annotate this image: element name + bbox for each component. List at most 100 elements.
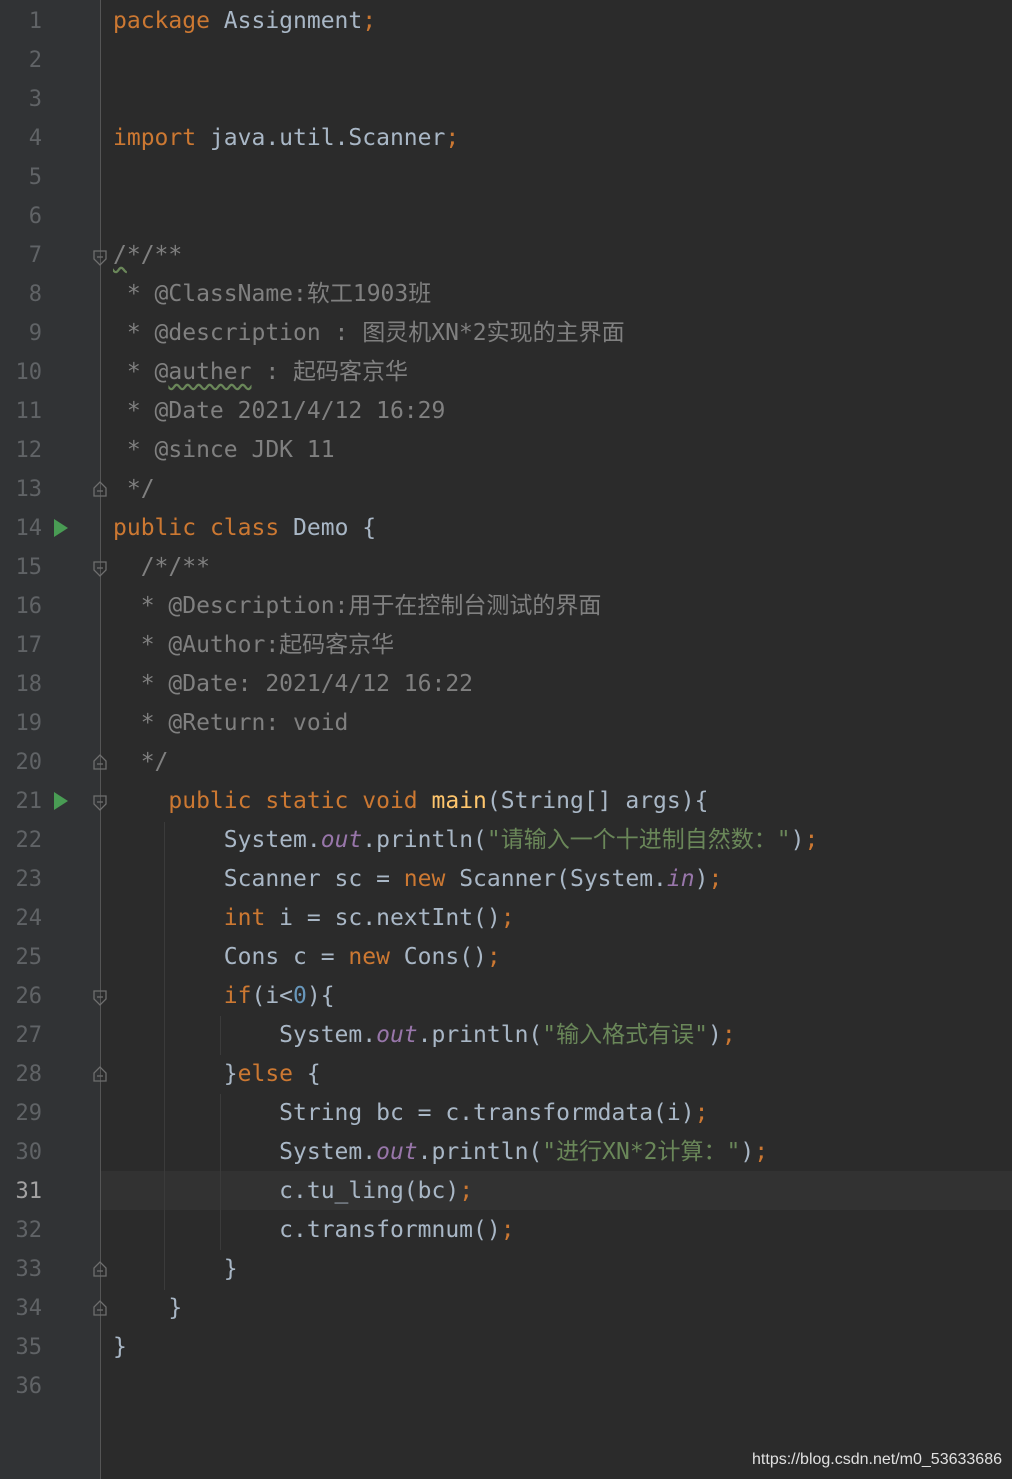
semicolon: ; bbox=[445, 125, 460, 151]
line-number: 32 bbox=[15, 1218, 43, 1243]
code-line-14[interactable]: public class Demo { bbox=[113, 509, 376, 548]
comment-text: : 起码客京华 bbox=[251, 359, 409, 385]
code-line-10[interactable]: * @auther : 起码客京华 bbox=[113, 353, 408, 392]
gutter[interactable]: 1 2 3 4 5 6 7 8 9 10 11 12 13 14 15 16 17 18 19 20 21 22 23 24 2… bbox=[0, 0, 107, 1479]
identifier: ) bbox=[740, 1139, 755, 1165]
semicolon: ; bbox=[721, 1022, 736, 1048]
code-line-23[interactable]: Scanner sc = new Scanner(System.in); bbox=[113, 860, 723, 899]
code-line-27[interactable]: System.out.println("输入格式有误"); bbox=[113, 1016, 736, 1055]
line-number: 20 bbox=[15, 750, 43, 775]
code-line-25[interactable]: Cons c = new Cons(); bbox=[113, 938, 501, 977]
line-number: 4 bbox=[28, 126, 42, 151]
code-line-19[interactable]: * @Return: void bbox=[113, 704, 349, 743]
string-literal: "请输入一个十进制自然数：" bbox=[486, 827, 791, 853]
line-number: 6 bbox=[28, 204, 42, 229]
code-line-1[interactable]: package Assignment; bbox=[113, 2, 376, 41]
identifier: (i< bbox=[251, 983, 294, 1009]
code-line-7[interactable]: /*/** bbox=[113, 236, 182, 275]
string-literal: "输入格式有误" bbox=[542, 1022, 708, 1048]
line-number: 16 bbox=[15, 594, 43, 619]
code-line-12[interactable]: * @since JDK 11 bbox=[113, 431, 335, 470]
keyword: new bbox=[403, 866, 446, 892]
comment-text: * @Date: 2021/4/12 16:22 bbox=[113, 671, 474, 697]
static-field: out bbox=[320, 827, 363, 853]
line-number: 24 bbox=[15, 906, 43, 931]
code-line-30[interactable]: System.out.println("进行XN*2计算："); bbox=[113, 1133, 768, 1172]
line-number: 23 bbox=[15, 867, 43, 892]
code-line-8[interactable]: * @ClassName:软工1903班 bbox=[113, 275, 431, 314]
code-line-29[interactable]: String bc = c.transformdata(i); bbox=[113, 1094, 708, 1133]
code-line-16[interactable]: * @Description:用于在控制台测试的界面 bbox=[113, 587, 602, 626]
code-line-11[interactable]: * @Date 2021/4/12 16:29 bbox=[113, 392, 446, 431]
keyword: import bbox=[113, 125, 197, 151]
code-line-4[interactable]: import java.util.Scanner; bbox=[113, 119, 459, 158]
code-line-28[interactable]: }else { bbox=[113, 1055, 321, 1094]
line-number: 33 bbox=[15, 1257, 43, 1282]
identifier: Demo { bbox=[279, 515, 377, 541]
code-line-18[interactable]: * @Date: 2021/4/12 16:22 bbox=[113, 665, 473, 704]
identifier: Scanner(System. bbox=[445, 866, 667, 892]
identifier: (String[] args){ bbox=[486, 788, 709, 814]
code-line-33[interactable]: } bbox=[113, 1250, 238, 1289]
line-number: 27 bbox=[15, 1023, 43, 1048]
line-number: 1 bbox=[28, 9, 42, 34]
identifier: Assignment bbox=[209, 8, 363, 34]
code-line-15[interactable]: /*/** bbox=[113, 548, 210, 587]
identifier: System. bbox=[113, 1022, 377, 1048]
keyword: public bbox=[113, 515, 197, 541]
keyword: package bbox=[113, 8, 210, 34]
number-literal: 0 bbox=[293, 983, 307, 1009]
code-line-20[interactable]: */ bbox=[113, 743, 169, 782]
line-number: 21 bbox=[15, 789, 43, 814]
identifier: .println( bbox=[362, 827, 487, 853]
static-field: out bbox=[376, 1139, 418, 1165]
line-number: 25 bbox=[15, 945, 43, 970]
code-area[interactable]: package Assignment; import java.util.Sca… bbox=[101, 0, 1012, 1479]
run-class-icon[interactable] bbox=[54, 519, 68, 537]
line-number: 19 bbox=[15, 711, 43, 736]
keyword: public static void bbox=[113, 788, 432, 814]
code-line-24[interactable]: int i = sc.nextInt(); bbox=[113, 899, 515, 938]
identifier: System. bbox=[113, 1139, 377, 1165]
code-line-17[interactable]: * @Author:起码客京华 bbox=[113, 626, 394, 665]
comment-text: * @Return: void bbox=[113, 710, 349, 736]
code-line-9[interactable]: * @description : 图灵机XN*2实现的主界面 bbox=[113, 314, 625, 353]
identifier: ) bbox=[790, 827, 805, 853]
code-editor[interactable]: 1 2 3 4 5 6 7 8 9 10 11 12 13 14 15 16 17 18 19 20 21 22 23 24 2… bbox=[0, 0, 1012, 1479]
run-main-icon[interactable] bbox=[54, 792, 68, 810]
keyword: class bbox=[196, 515, 280, 541]
comment-text: / bbox=[113, 242, 127, 268]
keyword: int bbox=[113, 905, 266, 931]
comment-text: */ bbox=[113, 476, 155, 502]
line-number: 8 bbox=[28, 282, 42, 307]
identifier: c.tu_ling(bc) bbox=[113, 1178, 460, 1204]
comment-text: */ bbox=[113, 749, 169, 775]
code-line-31[interactable]: c.tu_ling(bc); bbox=[113, 1172, 473, 1211]
line-number: 9 bbox=[28, 321, 42, 346]
line-number: 26 bbox=[15, 984, 43, 1009]
line-number: 5 bbox=[28, 165, 42, 190]
code-line-32[interactable]: c.transformnum(); bbox=[113, 1211, 514, 1250]
code-line-34[interactable]: } bbox=[113, 1289, 182, 1328]
identifier: .println( bbox=[417, 1022, 543, 1048]
identifier: } bbox=[113, 1256, 238, 1282]
code-line-21[interactable]: public static void main(String[] args){ bbox=[113, 782, 708, 821]
comment-text: * @since JDK 11 bbox=[113, 437, 335, 463]
static-field: out bbox=[376, 1022, 418, 1048]
semicolon: ; bbox=[459, 1178, 474, 1204]
line-number: 14 bbox=[15, 516, 43, 541]
identifier: String bc = c.transformdata(i) bbox=[113, 1100, 695, 1126]
line-number: 11 bbox=[15, 399, 43, 424]
comment-text: * @Description:用于在控制台测试的界面 bbox=[113, 593, 602, 619]
line-number: 35 bbox=[15, 1335, 43, 1360]
code-line-13[interactable]: */ bbox=[113, 470, 155, 509]
line-number: 17 bbox=[15, 633, 43, 658]
code-line-22[interactable]: System.out.println("请输入一个十进制自然数："); bbox=[113, 821, 819, 860]
line-number: 29 bbox=[15, 1101, 43, 1126]
comment-text: * @ bbox=[113, 359, 169, 385]
code-line-26[interactable]: if(i<0){ bbox=[113, 977, 335, 1016]
identifier: } bbox=[113, 1334, 127, 1360]
code-line-35[interactable]: } bbox=[113, 1328, 127, 1367]
static-field: in bbox=[666, 866, 695, 892]
keyword: if bbox=[113, 983, 252, 1009]
